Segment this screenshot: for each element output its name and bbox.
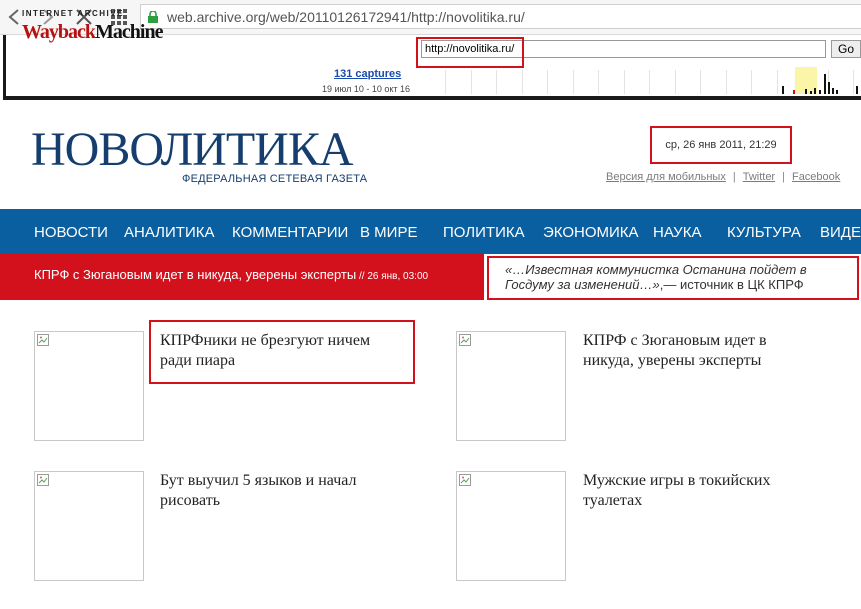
broken-image-icon bbox=[37, 474, 49, 486]
main-nav: НОВОСТИ АНАЛИТИКА КОММЕНТАРИИ В МИРЕ ПОЛ… bbox=[0, 209, 861, 254]
highlight-box-article bbox=[149, 320, 415, 384]
timeline-tick bbox=[496, 70, 497, 94]
article-thumbnail[interactable] bbox=[34, 331, 144, 441]
nav-item-culture[interactable]: КУЛЬТУРА bbox=[727, 209, 801, 254]
timeline-tick bbox=[751, 70, 752, 94]
nav-item-politics[interactable]: ПОЛИТИКА bbox=[443, 209, 525, 254]
nav-item-video[interactable]: ВИДЕО bbox=[820, 209, 861, 254]
timeline-tick bbox=[777, 70, 778, 94]
facebook-link[interactable]: Facebook bbox=[792, 171, 840, 183]
capture-timeline[interactable] bbox=[420, 62, 861, 94]
timeline-bar bbox=[793, 90, 795, 94]
timeline-bar bbox=[836, 90, 838, 94]
ticker-headline[interactable]: КПРФ с Зюгановым идет в никуда, уверены … bbox=[34, 267, 356, 282]
site-tagline: ФЕДЕРАЛЬНАЯ СЕТЕВАЯ ГАЗЕТА bbox=[182, 173, 368, 185]
ticker-headline-row[interactable]: КПРФ с Зюгановым идет в никуда, уверены … bbox=[34, 267, 428, 282]
nav-item-news[interactable]: НОВОСТИ bbox=[34, 209, 108, 254]
timeline-bar bbox=[824, 74, 826, 94]
nav-item-economy[interactable]: ЭКОНОМИКА bbox=[543, 209, 639, 254]
article-title[interactable]: КПРФ с Зюгановым идет в никуда, уверены … bbox=[583, 331, 803, 371]
broken-image-icon bbox=[459, 474, 471, 486]
nav-item-comments[interactable]: КОММЕНТАРИИ bbox=[232, 209, 348, 254]
capture-range: 19 июл 10 - 10 окт 16 bbox=[322, 84, 411, 94]
timeline-tick bbox=[445, 70, 446, 94]
address-bar[interactable]: web.archive.org/web/20110126172941/http:… bbox=[140, 4, 861, 29]
broken-image-icon bbox=[37, 334, 49, 346]
mobile-version-link[interactable]: Версия для мобильных bbox=[606, 171, 726, 183]
nav-item-analytics[interactable]: АНАЛИТИКА bbox=[124, 209, 214, 254]
highlight-box-quote bbox=[487, 256, 859, 300]
timeline-tick bbox=[649, 70, 650, 94]
timeline-bar bbox=[856, 86, 858, 94]
article-thumbnail[interactable] bbox=[456, 331, 566, 441]
timeline-bar bbox=[782, 86, 784, 94]
article-thumbnail[interactable] bbox=[456, 471, 566, 581]
broken-image-icon bbox=[459, 334, 471, 346]
timeline-bar bbox=[819, 90, 821, 94]
timeline-tick bbox=[853, 70, 854, 94]
timeline-tick bbox=[547, 70, 548, 94]
timeline-tick bbox=[573, 70, 574, 94]
highlight-box-date bbox=[650, 126, 792, 164]
wayback-logo-part2: Machine bbox=[95, 21, 163, 43]
timeline-tick bbox=[726, 70, 727, 94]
timeline-tick bbox=[598, 70, 599, 94]
timeline-bar bbox=[814, 88, 816, 94]
captures-link[interactable]: 131 captures bbox=[334, 68, 401, 80]
internet-archive-label: INTERNET ARCHIVE bbox=[22, 9, 124, 18]
ticker-time: // 26 янв, 03:00 bbox=[356, 271, 429, 282]
timeline-tick bbox=[700, 70, 701, 94]
address-url: web.archive.org/web/20110126172941/http:… bbox=[167, 8, 525, 25]
timeline-tick bbox=[471, 70, 472, 94]
link-separator: | bbox=[782, 171, 785, 183]
article-title[interactable]: Бут выучил 5 языков и начал рисовать bbox=[160, 471, 400, 511]
wayback-logo[interactable]: WaybackMachine bbox=[22, 21, 163, 44]
timeline-tick bbox=[675, 70, 676, 94]
wayback-logo-part1: Wayback bbox=[22, 21, 96, 43]
article-thumbnail[interactable] bbox=[34, 471, 144, 581]
twitter-link[interactable]: Twitter bbox=[743, 171, 775, 183]
go-button[interactable]: Go bbox=[831, 40, 861, 58]
link-separator: | bbox=[732, 171, 736, 183]
timeline-bar bbox=[832, 88, 834, 94]
article-title[interactable]: Мужские игры в токийских туалетах bbox=[583, 471, 803, 511]
timeline-tick bbox=[624, 70, 625, 94]
nav-item-science[interactable]: НАУКА bbox=[653, 209, 701, 254]
timeline-tick bbox=[522, 70, 523, 94]
nav-item-world[interactable]: В МИРЕ bbox=[360, 209, 417, 254]
site-logo[interactable]: НОВОЛИТИКА bbox=[31, 124, 353, 176]
timeline-bar bbox=[805, 89, 807, 94]
timeline-bar bbox=[828, 82, 830, 94]
header-links: Версия для мобильных | Twitter | Faceboo… bbox=[606, 171, 840, 183]
timeline-bar bbox=[810, 91, 812, 94]
